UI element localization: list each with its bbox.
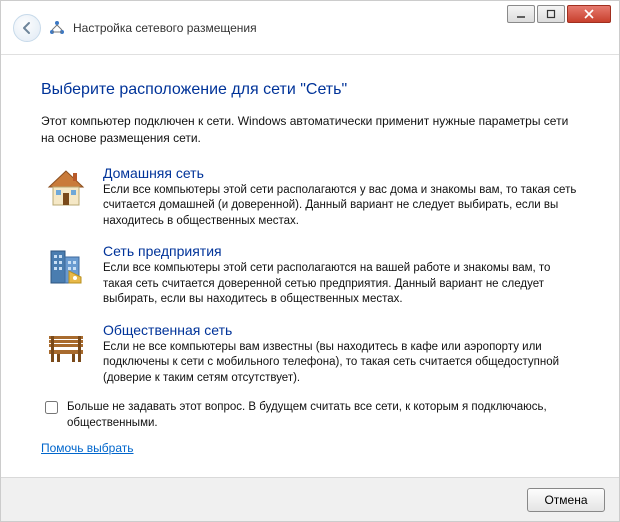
cancel-button[interactable]: Отмена [527, 488, 605, 512]
option-work-title: Сеть предприятия [103, 243, 577, 259]
option-public-desc: Если не все компьютеры вам известны (вы … [103, 340, 577, 387]
option-public-title: Общественная сеть [103, 322, 577, 338]
back-button[interactable] [13, 14, 41, 42]
footer-bar: Отмена [1, 477, 619, 521]
dont-ask-again-row[interactable]: Больше не задавать этот вопрос. В будуще… [41, 400, 579, 431]
house-icon [43, 165, 89, 211]
park-bench-icon [43, 322, 89, 368]
option-work-desc: Если все компьютеры этой сети располагаю… [103, 261, 577, 308]
option-work-network[interactable]: Сеть предприятия Если все компьютеры это… [41, 239, 579, 318]
header-title: Настройка сетевого размещения [73, 21, 257, 35]
option-home-desc: Если все компьютеры этой сети располагаю… [103, 183, 577, 230]
content-area: Выберите расположение для сети "Сеть" Эт… [1, 55, 619, 467]
option-public-network[interactable]: Общественная сеть Если не все компьютеры… [41, 318, 579, 397]
minimize-button[interactable] [507, 5, 535, 23]
window-controls [507, 5, 611, 23]
page-heading: Выберите расположение для сети "Сеть" [41, 81, 579, 99]
help-choose-link[interactable]: Помочь выбрать [41, 441, 134, 455]
office-building-icon [43, 243, 89, 289]
close-button[interactable] [567, 5, 611, 23]
network-icon [49, 20, 65, 36]
option-home-network[interactable]: Домашняя сеть Если все компьютеры этой с… [41, 161, 579, 240]
option-home-title: Домашняя сеть [103, 165, 577, 181]
intro-text: Этот компьютер подключен к сети. Windows… [41, 113, 579, 147]
dont-ask-again-label: Больше не задавать этот вопрос. В будуще… [67, 400, 579, 431]
maximize-button[interactable] [537, 5, 565, 23]
dont-ask-again-checkbox[interactable] [45, 401, 58, 414]
